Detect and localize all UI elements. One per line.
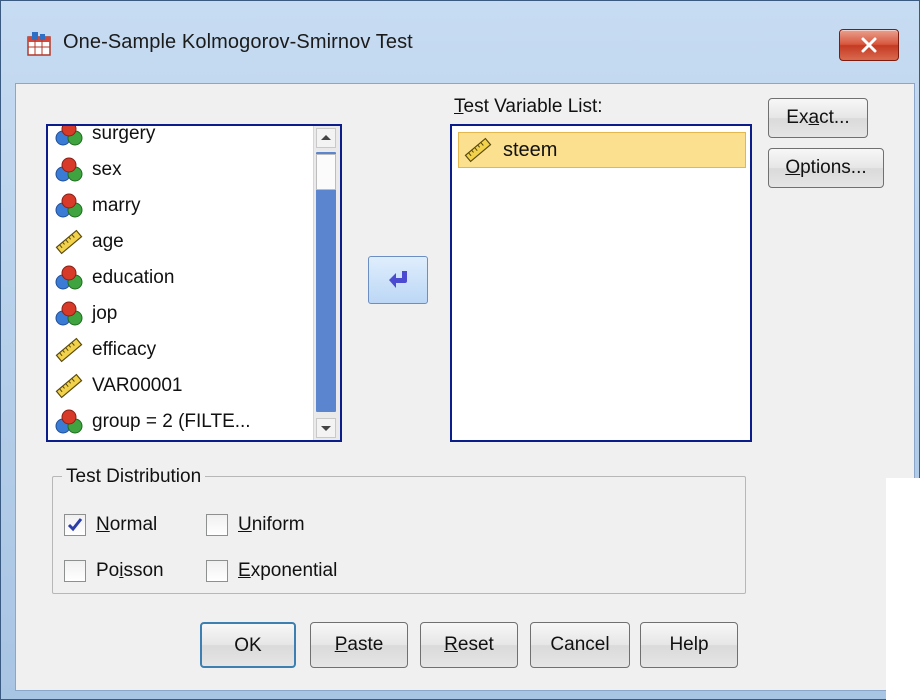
button-text: eset — [457, 634, 494, 655]
scale-variable-icon — [54, 373, 84, 399]
app-table-icon — [27, 31, 53, 57]
cancel-button[interactable]: Cancel — [530, 622, 630, 668]
variable-label: group = 2 (FILTE... — [92, 411, 251, 432]
help-button[interactable]: Help — [640, 622, 738, 668]
selected-list-item[interactable]: steem — [458, 132, 746, 168]
variable-label: steem — [503, 138, 558, 161]
variable-label: surgery — [92, 124, 156, 144]
scale-variable-icon — [54, 229, 84, 255]
variable-label: VAR00001 — [92, 375, 183, 396]
mnemonic-letter: P — [334, 634, 348, 655]
scroll-down-button[interactable] — [316, 418, 336, 438]
scroll-down-arrow-icon — [321, 426, 331, 431]
poisson-checkbox[interactable]: Poisson — [64, 560, 164, 582]
list-item[interactable]: jop — [48, 296, 312, 332]
ok-button[interactable]: OK — [200, 622, 296, 668]
move-variable-button[interactable] — [368, 256, 428, 304]
variable-label: education — [92, 267, 175, 288]
exponential-checkbox[interactable]: Exponential — [206, 560, 337, 582]
scale-variable-icon — [463, 137, 493, 163]
vertical-scrollbar[interactable] — [313, 126, 340, 440]
test-variable-list-label: Test Variable List: — [454, 96, 603, 118]
mnemonic-letter: a — [808, 107, 820, 128]
list-item[interactable]: education — [48, 260, 312, 296]
overlapping-window-edge — [886, 478, 920, 700]
dialog-body: surgery sex marry age education jop effi… — [15, 83, 915, 691]
move-arrow-icon — [389, 271, 407, 288]
nominal-variable-icon — [54, 126, 84, 147]
scroll-up-button[interactable] — [316, 128, 336, 148]
variable-label: efficacy — [92, 339, 157, 360]
normal-checkbox[interactable]: Normal — [64, 514, 157, 536]
scale-variable-icon — [54, 337, 84, 363]
variable-label: jop — [92, 303, 118, 324]
checkbox-label: Poisson — [96, 560, 164, 581]
button-text: aste — [347, 634, 384, 655]
checkmark-icon — [67, 518, 83, 532]
close-button[interactable] — [839, 29, 899, 61]
label-text: est Variable List: — [463, 96, 603, 117]
list-item[interactable]: age — [48, 224, 312, 260]
nominal-variable-icon — [54, 409, 84, 435]
checkbox-label: Exponential — [238, 560, 338, 581]
uniform-checkbox[interactable]: Uniform — [206, 514, 305, 536]
checkbox-unchecked[interactable] — [206, 560, 228, 582]
nominal-variable-icon — [54, 301, 84, 327]
button-text: ptions... — [800, 157, 867, 178]
checkbox-checked[interactable] — [64, 514, 86, 536]
scroll-track[interactable] — [316, 152, 336, 412]
button-text: Ex — [786, 107, 809, 128]
source-items: surgery sex marry age education jop effi… — [48, 126, 312, 440]
dialog-window: One-Sample Kolmogorov-Smirnov Test surge… — [0, 0, 920, 700]
mnemonic-letter: T — [454, 96, 464, 117]
exact-button[interactable]: Exact... — [768, 98, 868, 138]
mnemonic-letter: R — [444, 634, 458, 655]
scroll-up-arrow-icon — [321, 135, 331, 140]
list-item[interactable]: surgery — [48, 124, 312, 152]
test-distribution-legend: Test Distribution — [62, 466, 206, 488]
nominal-variable-icon — [54, 157, 84, 183]
source-variable-list[interactable]: surgery sex marry age education jop effi… — [46, 124, 342, 442]
nominal-variable-icon — [54, 193, 84, 219]
list-item[interactable]: VAR00001 — [48, 368, 312, 404]
button-text: ct... — [819, 107, 850, 128]
variable-label: age — [92, 231, 124, 252]
list-item[interactable]: group = 2 (FILTE... — [48, 404, 312, 440]
test-variable-list[interactable]: steem — [450, 124, 752, 442]
list-item[interactable]: efficacy — [48, 332, 312, 368]
checkbox-label: Normal — [96, 514, 158, 535]
variable-label: sex — [92, 159, 122, 180]
variable-label: marry — [92, 195, 141, 216]
nominal-variable-icon — [54, 265, 84, 291]
list-item[interactable]: sex — [48, 152, 312, 188]
checkbox-unchecked[interactable] — [206, 514, 228, 536]
close-x-icon — [861, 37, 877, 53]
checkbox-unchecked[interactable] — [64, 560, 86, 582]
list-item[interactable]: marry — [48, 188, 312, 224]
title-bar[interactable]: One-Sample Kolmogorov-Smirnov Test — [1, 1, 919, 83]
checkbox-label: Uniform — [238, 514, 305, 535]
paste-button[interactable]: Paste — [310, 622, 408, 668]
scroll-thumb[interactable] — [316, 154, 336, 190]
window-title: One-Sample Kolmogorov-Smirnov Test — [63, 31, 413, 53]
reset-button[interactable]: Reset — [420, 622, 518, 668]
options-button[interactable]: Options... — [768, 148, 884, 188]
mnemonic-letter: O — [785, 157, 801, 178]
